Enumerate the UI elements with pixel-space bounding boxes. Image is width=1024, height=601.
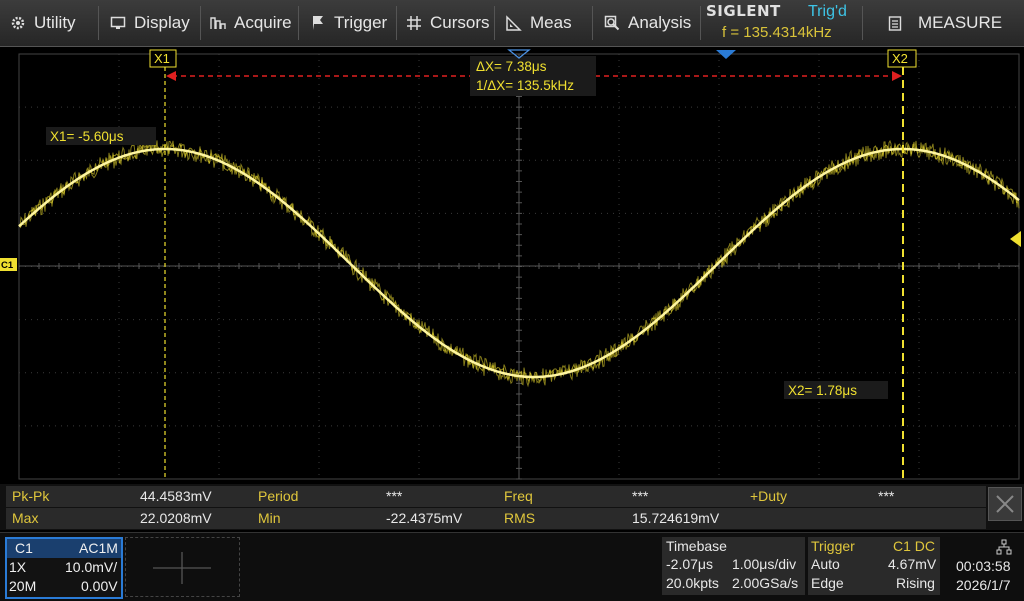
- menu-meas-label: Meas: [530, 13, 572, 32]
- meas-label: RMS: [504, 510, 536, 526]
- measure-button[interactable]: MEASURE: [866, 0, 1024, 46]
- measure-label: MEASURE: [918, 13, 1003, 32]
- menu-acquire[interactable]: Acquire: [210, 0, 292, 46]
- inv-delta-x-readout: 1/ΔX= 135.5kHz: [476, 78, 574, 93]
- plus-icon: [153, 552, 211, 584]
- monitor-icon: [110, 16, 126, 29]
- menu-divider: [494, 6, 495, 40]
- trigger-level-marker-icon[interactable]: [1010, 231, 1021, 247]
- menu-utility-label: Utility: [34, 13, 76, 32]
- x1-readout: X1= -5.60μs: [50, 129, 124, 144]
- trigger-status: Trig'd: [808, 3, 847, 20]
- meas-value: 15.724619mV: [632, 510, 720, 526]
- menu-divider: [98, 6, 99, 40]
- meas-value: ***: [632, 488, 649, 504]
- channel1-coupling: AC1M: [79, 540, 118, 556]
- trigger-title: Trigger: [811, 538, 855, 554]
- menu-analysis[interactable]: Analysis: [604, 0, 691, 46]
- arrow-right-icon: [892, 71, 902, 81]
- network-icon: [996, 539, 1012, 555]
- menu-trigger-label: Trigger: [334, 13, 388, 32]
- close-measurement-button[interactable]: [988, 487, 1022, 521]
- meas-value: ***: [878, 488, 895, 504]
- menu-meas[interactable]: Meas: [506, 0, 572, 46]
- ruler-icon: [506, 15, 522, 31]
- menu-bar: Utility Display Acquire Trigger Cursors …: [0, 0, 1024, 47]
- timebase-delay: -2.07μs: [666, 556, 713, 572]
- timebase-title: Timebase: [666, 538, 727, 554]
- menu-display[interactable]: Display: [110, 0, 190, 46]
- acquire-icon: [210, 17, 226, 29]
- meas-value: -22.4375mV: [386, 510, 463, 526]
- channel1-offset: 0.00V: [81, 578, 118, 594]
- analysis-icon: [604, 15, 620, 31]
- meas-label: +Duty: [750, 488, 787, 504]
- trigger-level: 4.67mV: [888, 556, 937, 572]
- crosshair-icon: [407, 16, 421, 30]
- menu-divider: [592, 6, 593, 40]
- timebase-sample-rate: 2.00GSa/s: [732, 575, 799, 591]
- menu-divider: [396, 6, 397, 40]
- meas-label: Max: [12, 510, 39, 526]
- menu-display-label: Display: [134, 13, 190, 32]
- menu-analysis-label: Analysis: [628, 13, 692, 32]
- brand-logo: SIGLENT: [706, 2, 781, 20]
- c1-ground-marker-label: C1: [1, 260, 14, 271]
- channel1-bandwidth: 20M: [9, 578, 37, 594]
- menu-trigger[interactable]: Trigger: [310, 0, 387, 46]
- trigger-panel[interactable]: Trigger C1 DC Auto 4.67mV Edge Rising: [808, 537, 940, 595]
- delta-x-readout: ΔX= 7.38μs: [476, 59, 547, 74]
- meas-value: 22.0208mV: [140, 510, 212, 526]
- menu-divider: [862, 6, 863, 40]
- clipboard-icon: [888, 16, 902, 31]
- meas-value: ***: [386, 488, 403, 504]
- trigger-type: Edge: [811, 575, 844, 591]
- channel1-name: C1: [15, 540, 33, 556]
- meas-value: 44.4583mV: [140, 488, 212, 504]
- waveform-display[interactable]: X1 X2 ΔX= 7.38μs 1/ΔX= 135.5kHz X1= -5.6…: [0, 47, 1024, 483]
- trigger-slope: Rising: [896, 575, 935, 591]
- menu-utility[interactable]: Utility: [10, 0, 76, 46]
- trigger-source: C1 DC: [893, 538, 936, 554]
- channel1-panel[interactable]: C1 AC1M 1X 10.0mV/ 20M 0.00V: [5, 537, 123, 599]
- timebase-scale: 1.00μs/div: [732, 556, 797, 572]
- menu-divider: [700, 6, 701, 40]
- gear-icon: [11, 16, 25, 30]
- cursor-x2-tag-label: X2: [892, 51, 908, 66]
- channel1-scale: 10.0mV/: [65, 559, 118, 575]
- trigger-mode: Auto: [811, 556, 840, 572]
- measurement-panel: Pk-Pk 44.4583mV Period *** Freq *** +Dut…: [0, 484, 1024, 530]
- graticule: [18, 53, 1020, 480]
- meas-label: Pk-Pk: [12, 488, 50, 504]
- clock-time: 00:03:58: [956, 558, 1011, 574]
- menu-cursors-label: Cursors: [430, 13, 490, 32]
- cursor-x1-tag-label: X1: [154, 51, 170, 66]
- close-icon: [996, 495, 1014, 513]
- clock-date: 2026/1/7: [956, 577, 1011, 593]
- meas-label: Min: [258, 510, 281, 526]
- menu-acquire-label: Acquire: [234, 13, 292, 32]
- add-channel-button[interactable]: [125, 537, 240, 597]
- flag-icon: [313, 16, 323, 30]
- meas-label: Period: [258, 488, 299, 504]
- meas-label: Freq: [504, 488, 533, 504]
- timebase-panel[interactable]: Timebase -2.07μs 1.00μs/div 20.0kpts 2.0…: [662, 537, 805, 595]
- arrow-left-icon: [166, 71, 176, 81]
- channel1-probe: 1X: [9, 559, 27, 575]
- menu-cursors[interactable]: Cursors: [406, 0, 490, 46]
- menu-divider: [200, 6, 201, 40]
- x2-readout: X2= 1.78μs: [788, 383, 857, 398]
- menu-divider: [298, 6, 299, 40]
- clock-panel: 00:03:58 2026/1/7: [944, 537, 1024, 595]
- frequency-readout: f = 135.4314kHz: [722, 24, 832, 41]
- timebase-points: 20.0kpts: [666, 575, 719, 591]
